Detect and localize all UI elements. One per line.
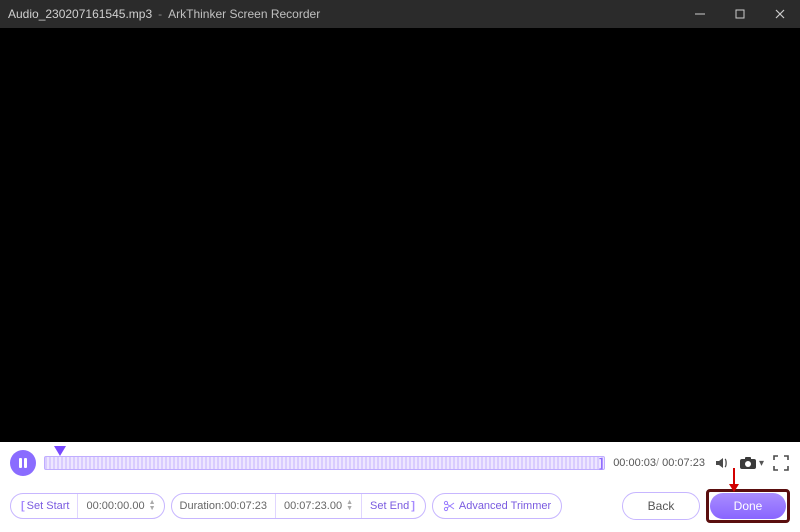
pause-button[interactable] (10, 450, 36, 476)
chevron-down-icon: ▾ (759, 458, 764, 469)
done-button[interactable]: Done (710, 493, 786, 519)
playback-controls: [ ] 00:00:03/ 00:07:23 ▾ (0, 442, 800, 484)
bracket-close-icon: ] (411, 500, 415, 512)
annotation-arrow-icon (727, 468, 741, 497)
snapshot-button[interactable]: ▾ (739, 456, 764, 470)
set-end-button[interactable]: Set End ] (362, 494, 425, 518)
maximize-button[interactable] (720, 0, 760, 28)
advanced-trimmer-button[interactable]: Advanced Trimmer (432, 493, 562, 519)
fullscreen-button[interactable] (772, 454, 790, 472)
set-start-label: Set Start (27, 500, 70, 512)
spinner-icon: ▲▼ (346, 500, 353, 512)
total-time: 00:07:23 (662, 457, 705, 469)
timeline-playhead[interactable] (54, 446, 66, 456)
scissors-icon (443, 500, 455, 512)
set-start-button[interactable]: [ Set Start (11, 494, 77, 518)
done-label: Done (734, 499, 763, 513)
timeline[interactable]: [ ] (44, 452, 605, 474)
titlebar: Audio_230207161545.mp3 - ArkThinker Scre… (0, 0, 800, 28)
title-filename: Audio_230207161545.mp3 (8, 7, 152, 21)
window-controls (680, 0, 800, 28)
trim-start-group: [ Set Start 00:00:00.00 ▲▼ (10, 493, 165, 519)
end-time-value: 00:07:23.00 (284, 500, 342, 512)
timeline-end-bracket[interactable]: ] (599, 452, 605, 474)
maximize-icon (734, 8, 746, 20)
done-highlight: Done (706, 489, 790, 523)
close-button[interactable] (760, 0, 800, 28)
minimize-button[interactable] (680, 0, 720, 28)
camera-icon (739, 456, 757, 470)
end-time-input[interactable]: 00:07:23.00 ▲▼ (276, 494, 361, 518)
bracket-open-icon: [ (21, 500, 25, 512)
duration-display: Duration:00:07:23 (172, 494, 275, 518)
back-label: Back (648, 499, 675, 513)
duration-label: Duration:00:07:23 (180, 500, 267, 512)
trim-row: [ Set Start 00:00:00.00 ▲▼ Duration:00:0… (0, 484, 800, 528)
set-end-label: Set End (370, 500, 409, 512)
title-app-name: ArkThinker Screen Recorder (168, 7, 320, 21)
close-icon (774, 8, 786, 20)
preview-viewport (0, 28, 800, 442)
spinner-icon: ▲▼ (149, 500, 156, 512)
start-time-input[interactable]: 00:00:00.00 ▲▼ (78, 494, 163, 518)
fullscreen-icon (772, 454, 790, 472)
trim-end-group: Duration:00:07:23 00:07:23.00 ▲▼ Set End… (171, 493, 426, 519)
pause-icon (19, 458, 22, 468)
timeline-track[interactable] (44, 456, 605, 470)
title-separator: - (158, 7, 162, 21)
time-counter: 00:00:03/ 00:07:23 (613, 457, 705, 469)
advanced-trimmer-label: Advanced Trimmer (459, 500, 551, 512)
current-time: 00:00:03 (613, 457, 656, 469)
start-time-value: 00:00:00.00 (86, 500, 144, 512)
minimize-icon (694, 8, 706, 20)
back-button[interactable]: Back (622, 492, 700, 520)
